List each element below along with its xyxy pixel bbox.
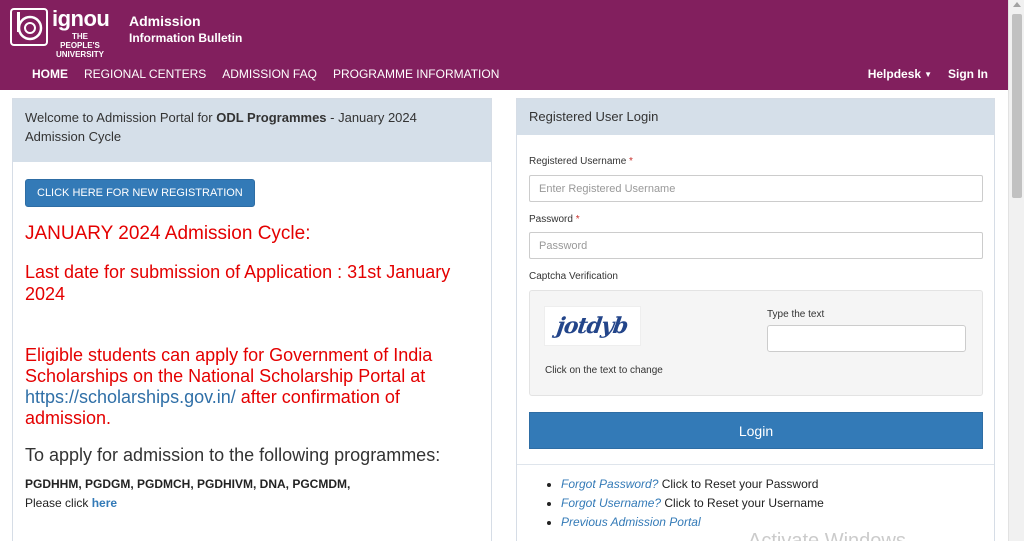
- sign-in-link[interactable]: Sign In: [948, 67, 988, 81]
- scholarship-link[interactable]: https://scholarships.gov.in/: [25, 387, 236, 407]
- logo-tagline: THE PEOPLE'S UNIVERSITY: [55, 32, 104, 59]
- forgot-username-link[interactable]: Forgot Username?: [561, 496, 661, 510]
- login-panel: Registered User Login Registered Usernam…: [516, 98, 995, 541]
- page-scrollbar[interactable]: [1008, 0, 1024, 541]
- ignou-emblem-icon: [10, 8, 48, 46]
- previous-portal-link[interactable]: Previous Admission Portal: [561, 515, 701, 529]
- nav-programme-information[interactable]: PROGRAMME INFORMATION: [333, 67, 499, 81]
- site-header: ignou THE PEOPLE'S UNIVERSITY Admission …: [0, 0, 1008, 90]
- ignou-logo[interactable]: ignou THE PEOPLE'S UNIVERSITY: [10, 6, 110, 59]
- please-click-line: Please click here: [25, 496, 118, 510]
- caret-down-icon: ▼: [924, 70, 932, 80]
- nav-right: Helpdesk ▼ Sign In: [868, 67, 988, 81]
- last-date-notice: Last date for submission of Application …: [25, 262, 451, 304]
- main-nav: HOME REGIONAL CENTERS ADMISSION FAQ PROG…: [32, 67, 499, 81]
- login-heading: Registered User Login: [517, 99, 994, 135]
- account-links: Forgot Password? Click to Reset your Pas…: [561, 475, 824, 532]
- here-link[interactable]: here: [92, 496, 117, 510]
- apply-heading: To apply for admission to the following …: [25, 445, 441, 465]
- password-label: Password *: [529, 214, 580, 225]
- logo-name: ignou: [52, 6, 110, 31]
- new-registration-button[interactable]: CLICK HERE FOR NEW REGISTRATION: [25, 179, 255, 207]
- cycle-heading: JANUARY 2024 Admission Cycle:: [25, 223, 311, 244]
- captcha-input[interactable]: [767, 325, 966, 352]
- captcha-label: Captcha Verification: [529, 271, 618, 282]
- captcha-box: jotdyb Click on the text to change Type …: [529, 290, 983, 396]
- list-item: Forgot Username? Click to Reset your Use…: [561, 494, 824, 513]
- welcome-message: Welcome to Admission Portal for ODL Prog…: [13, 99, 491, 162]
- captcha-hint: Click on the text to change: [545, 365, 663, 376]
- type-text-label: Type the text: [767, 309, 825, 320]
- admission-info-panel: Welcome to Admission Portal for ODL Prog…: [12, 98, 492, 541]
- nav-regional-centers[interactable]: REGIONAL CENTERS: [84, 67, 206, 81]
- scrollbar-thumb[interactable]: [1012, 14, 1022, 198]
- username-input[interactable]: [529, 175, 983, 202]
- scholarship-notice: Eligible students can apply for Governme…: [25, 345, 433, 428]
- divider: [517, 464, 994, 465]
- programme-list: PGDHHM, PGDGM, PGDMCH, PGDHIVM, DNA, PGC…: [25, 477, 351, 491]
- helpdesk-dropdown[interactable]: Helpdesk ▼: [868, 67, 932, 81]
- nav-admission-faq[interactable]: ADMISSION FAQ: [222, 67, 317, 81]
- captcha-image[interactable]: jotdyb: [544, 306, 641, 346]
- username-label: Registered Username *: [529, 156, 633, 167]
- scroll-up-arrow-icon[interactable]: [1013, 2, 1021, 7]
- activation-watermark: Activate Windows: [748, 530, 906, 541]
- password-input[interactable]: [529, 232, 983, 259]
- login-button[interactable]: Login: [529, 412, 983, 449]
- nav-home[interactable]: HOME: [32, 67, 68, 81]
- forgot-password-link[interactable]: Forgot Password?: [561, 477, 658, 491]
- site-title: Admission Information Bulletin: [129, 13, 243, 45]
- list-item: Forgot Password? Click to Reset your Pas…: [561, 475, 824, 494]
